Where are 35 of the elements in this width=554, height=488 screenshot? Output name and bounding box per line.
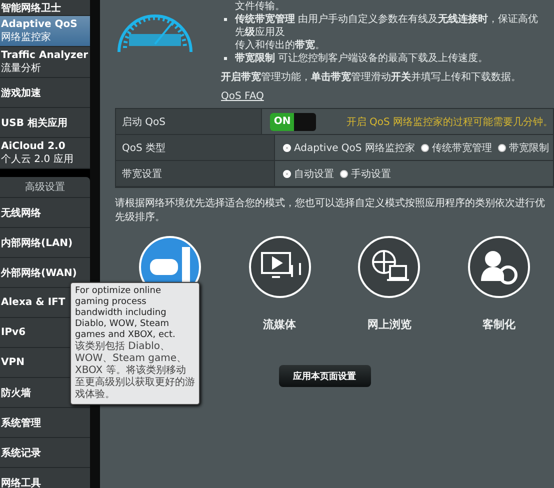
bullet-text: 带宽限制 可让您控制客户端设备的最高下载及上传速度。 bbox=[221, 52, 547, 65]
radio-option[interactable]: 传统带宽管理 bbox=[420, 140, 492, 154]
bullet-text: 传统带宽管理 由用户手动自定义参数在有线及无线连接时，保证高优先级应用及 bbox=[221, 13, 547, 39]
sidebar-item-subtitle: 个人云 2.0 应用 bbox=[1, 152, 74, 166]
faq-link[interactable]: QoS FAQ bbox=[221, 90, 264, 103]
category-label: 客制化 bbox=[482, 317, 516, 331]
text-line: 文件传输。 bbox=[234, 0, 286, 13]
sidebar-item-title: Traffic Analyzer bbox=[1, 50, 90, 60]
apply-button[interactable]: 应用本页面设置 bbox=[278, 365, 370, 387]
radio-icon[interactable] bbox=[340, 170, 348, 178]
monitor-music-icon[interactable] bbox=[248, 235, 312, 299]
text-line: 传入和传出的带宽。 bbox=[234, 39, 326, 52]
sidebar-item[interactable]: AiCloud 2.0 个人云 2.0 应用 bbox=[0, 138, 90, 169]
sidebar-item-title: AiCloud 2.0 bbox=[1, 140, 66, 152]
radio-icon[interactable] bbox=[498, 144, 506, 152]
sidebar-item[interactable]: Adaptive QoS 网络监控家 bbox=[0, 16, 90, 47]
radio-option[interactable]: 带宽限制 bbox=[498, 140, 549, 154]
sidebar-item-title: Adaptive QoS bbox=[1, 18, 78, 30]
radio-option[interactable]: 手动设置 bbox=[340, 166, 391, 180]
radio-icon[interactable] bbox=[420, 144, 429, 152]
sidebar-item-subtitle: 网络监控家 bbox=[1, 30, 52, 44]
sidebar-item[interactable]: 智能网络卫士 bbox=[0, 0, 90, 16]
sidebar-item[interactable]: Traffic Analyzer 流量分析 bbox=[0, 47, 90, 78]
category-label: 网上浏览 bbox=[367, 317, 412, 331]
sidebar-item-subtitle: 流量分析 bbox=[1, 62, 42, 74]
setting-label: QoS 类型 bbox=[116, 135, 275, 160]
globe-laptop-icon[interactable] bbox=[357, 235, 422, 299]
hint-text: 开启 QoS 网络监控家的过程可能需要几分钟。 bbox=[346, 116, 553, 128]
radio-option[interactable]: 自动设置 bbox=[283, 166, 334, 180]
category-label: 流媒体 bbox=[263, 317, 296, 331]
note-text: 开启带宽管理功能，单击带宽管理滑动开关并填写上传和下载数据。 bbox=[221, 71, 522, 84]
setting-label: 启动 QoS bbox=[116, 109, 262, 134]
radio-option[interactable]: Adaptive QoS 网络监控家 bbox=[283, 140, 415, 154]
instruction-text: 请根据网络环境优先选择适合您的模式，您也可以选择自定义模式按照应用程序的类别依次进行优先级排序。 bbox=[115, 197, 546, 225]
setting-label: 带宽设置 bbox=[116, 161, 275, 186]
